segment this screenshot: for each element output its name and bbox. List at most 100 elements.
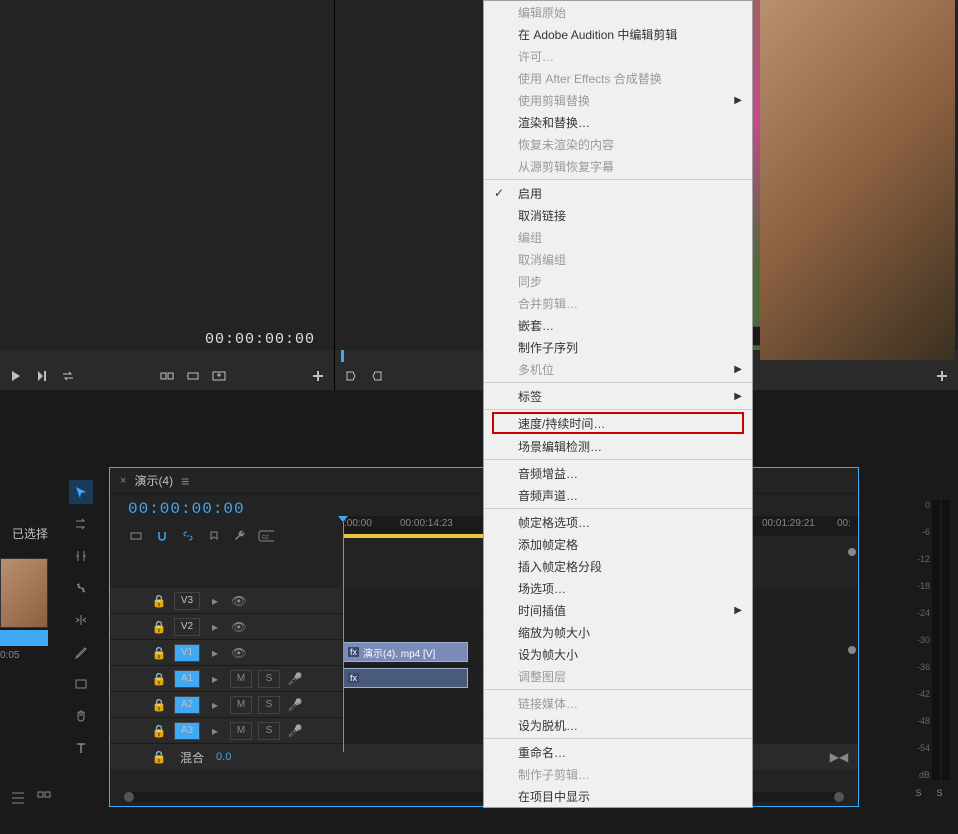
menu-unlink[interactable]: 取消链接 (484, 204, 752, 226)
insert-icon[interactable] (159, 368, 175, 384)
meter-icon[interactable]: ▶◀ (830, 748, 848, 766)
meter-bar-right (932, 500, 940, 780)
sequence-tab-title[interactable]: 演示(4) (134, 472, 173, 489)
eye-icon[interactable]: 👁 (230, 618, 248, 636)
loop-icon[interactable] (60, 368, 76, 384)
menu-audio-channels[interactable]: 音频声道… (484, 484, 752, 506)
menu-add-frame-hold[interactable]: 添加帧定格 (484, 533, 752, 555)
razor-tool-icon[interactable] (69, 576, 93, 600)
solo-right[interactable]: S (936, 788, 942, 798)
nest-icon[interactable] (128, 528, 144, 544)
source-timecode[interactable]: 00:00:00:00 (205, 331, 315, 348)
mic-icon[interactable]: 🎤 (286, 696, 304, 714)
mic-icon[interactable]: 🎤 (286, 722, 304, 740)
mark-in-icon[interactable] (343, 368, 359, 384)
selection-tool-icon[interactable] (69, 480, 93, 504)
snap-icon[interactable] (154, 528, 170, 544)
toggle-output-icon[interactable]: ▸ (206, 722, 224, 740)
track-label-a1[interactable]: A1 (174, 670, 200, 688)
audio-clip[interactable]: fx (343, 668, 468, 688)
timeline-playhead[interactable] (343, 522, 344, 752)
project-thumbnail[interactable] (0, 558, 48, 628)
export-frame-icon[interactable] (211, 368, 227, 384)
menu-rename[interactable]: 重命名… (484, 741, 752, 763)
menu-enable[interactable]: ✓启用 (484, 182, 752, 204)
mix-value[interactable]: 0.0 (216, 751, 231, 763)
toggle-output-icon[interactable]: ▸ (206, 592, 224, 610)
hand-tool-icon[interactable] (69, 704, 93, 728)
ripple-tool-icon[interactable] (69, 544, 93, 568)
lock-icon[interactable]: 🔒 (150, 722, 168, 740)
menu-insert-hold-seg[interactable]: 插入帧定格分段 (484, 555, 752, 577)
v-scroll-handle-bottom[interactable] (848, 646, 856, 654)
menu-speed-duration[interactable]: 速度/持续时间… (492, 412, 744, 434)
icon-view-icon[interactable] (36, 790, 52, 806)
toggle-output-icon[interactable]: ▸ (206, 696, 224, 714)
eye-icon[interactable]: 👁 (230, 592, 248, 610)
pen-tool-icon[interactable] (69, 640, 93, 664)
panel-menu-icon[interactable]: ≡ (181, 473, 189, 489)
menu-subsequence[interactable]: 制作子序列 (484, 336, 752, 358)
close-tab-icon[interactable]: × (120, 475, 126, 487)
markers-icon[interactable] (206, 528, 222, 544)
menu-reveal-project[interactable]: 在项目中显示 (484, 785, 752, 807)
track-label-v1[interactable]: V1 (174, 644, 200, 662)
solo-button[interactable]: S (258, 696, 280, 714)
toggle-output-icon[interactable]: ▸ (206, 618, 224, 636)
menu-field-options[interactable]: 场选项… (484, 577, 752, 599)
menu-scale-frame[interactable]: 缩放为帧大小 (484, 621, 752, 643)
mic-icon[interactable]: 🎤 (286, 670, 304, 688)
track-select-tool-icon[interactable] (69, 512, 93, 536)
solo-left[interactable]: S (915, 788, 921, 798)
lock-icon[interactable]: 🔒 (150, 696, 168, 714)
cc-icon[interactable]: cc (258, 528, 274, 544)
scrollbar-handle-left[interactable] (124, 792, 134, 802)
timeline-playhead-time[interactable]: 00:00:00:00 (128, 500, 245, 518)
menu-label[interactable]: 标签▶ (484, 385, 752, 407)
mute-button[interactable]: M (230, 696, 252, 714)
mute-button[interactable]: M (230, 722, 252, 740)
type-tool-icon[interactable] (69, 736, 93, 760)
solo-button[interactable]: S (258, 722, 280, 740)
lock-icon[interactable]: 🔒 (150, 618, 168, 636)
settings-icon[interactable] (232, 528, 248, 544)
v-scroll-handle-top[interactable] (848, 548, 856, 556)
menu-frame-hold-opts[interactable]: 帧定格选项… (484, 511, 752, 533)
track-label-a3[interactable]: A3 (174, 722, 200, 740)
list-view-icon[interactable] (10, 790, 26, 806)
video-clip[interactable]: fx演示(4). mp4 [V] (343, 642, 468, 662)
meter-bar-left (942, 500, 950, 780)
lock-icon[interactable]: 🔒 (150, 592, 168, 610)
menu-adjustment: 调整图层 (484, 665, 752, 687)
track-label-v3[interactable]: V3 (174, 592, 200, 610)
eye-icon[interactable]: 👁 (230, 644, 248, 662)
menu-time-interp[interactable]: 时间插值▶ (484, 599, 752, 621)
track-label-v2[interactable]: V2 (174, 618, 200, 636)
menu-nest[interactable]: 嵌套… (484, 314, 752, 336)
track-label-a2[interactable]: A2 (174, 696, 200, 714)
menu-scene-detect[interactable]: 场景编辑检测… (484, 435, 752, 457)
play-icon[interactable] (8, 368, 24, 384)
menu-render-replace[interactable]: 渲染和替换… (484, 111, 752, 133)
menu-offline[interactable]: 设为脱机… (484, 714, 752, 736)
lock-icon[interactable]: 🔒 (150, 748, 168, 766)
mark-out-icon[interactable] (369, 368, 385, 384)
mute-button[interactable]: M (230, 670, 252, 688)
slip-tool-icon[interactable] (69, 608, 93, 632)
menu-edit-audition[interactable]: 在 Adobe Audition 中编辑剪辑 (484, 23, 752, 45)
rectangle-tool-icon[interactable] (69, 672, 93, 696)
step-forward-icon[interactable] (34, 368, 50, 384)
lock-icon[interactable]: 🔒 (150, 644, 168, 662)
menu-audio-gain[interactable]: 音频增益… (484, 462, 752, 484)
menu-set-frame[interactable]: 设为帧大小 (484, 643, 752, 665)
add-icon[interactable] (934, 368, 950, 384)
scrollbar-handle-right[interactable] (834, 792, 844, 802)
lock-icon[interactable]: 🔒 (150, 670, 168, 688)
toggle-output-icon[interactable]: ▸ (206, 644, 224, 662)
menu-group: 编组 (484, 226, 752, 248)
overwrite-icon[interactable] (185, 368, 201, 384)
toggle-output-icon[interactable]: ▸ (206, 670, 224, 688)
solo-button[interactable]: S (258, 670, 280, 688)
add-icon[interactable] (310, 368, 326, 384)
linked-selection-icon[interactable] (180, 528, 196, 544)
